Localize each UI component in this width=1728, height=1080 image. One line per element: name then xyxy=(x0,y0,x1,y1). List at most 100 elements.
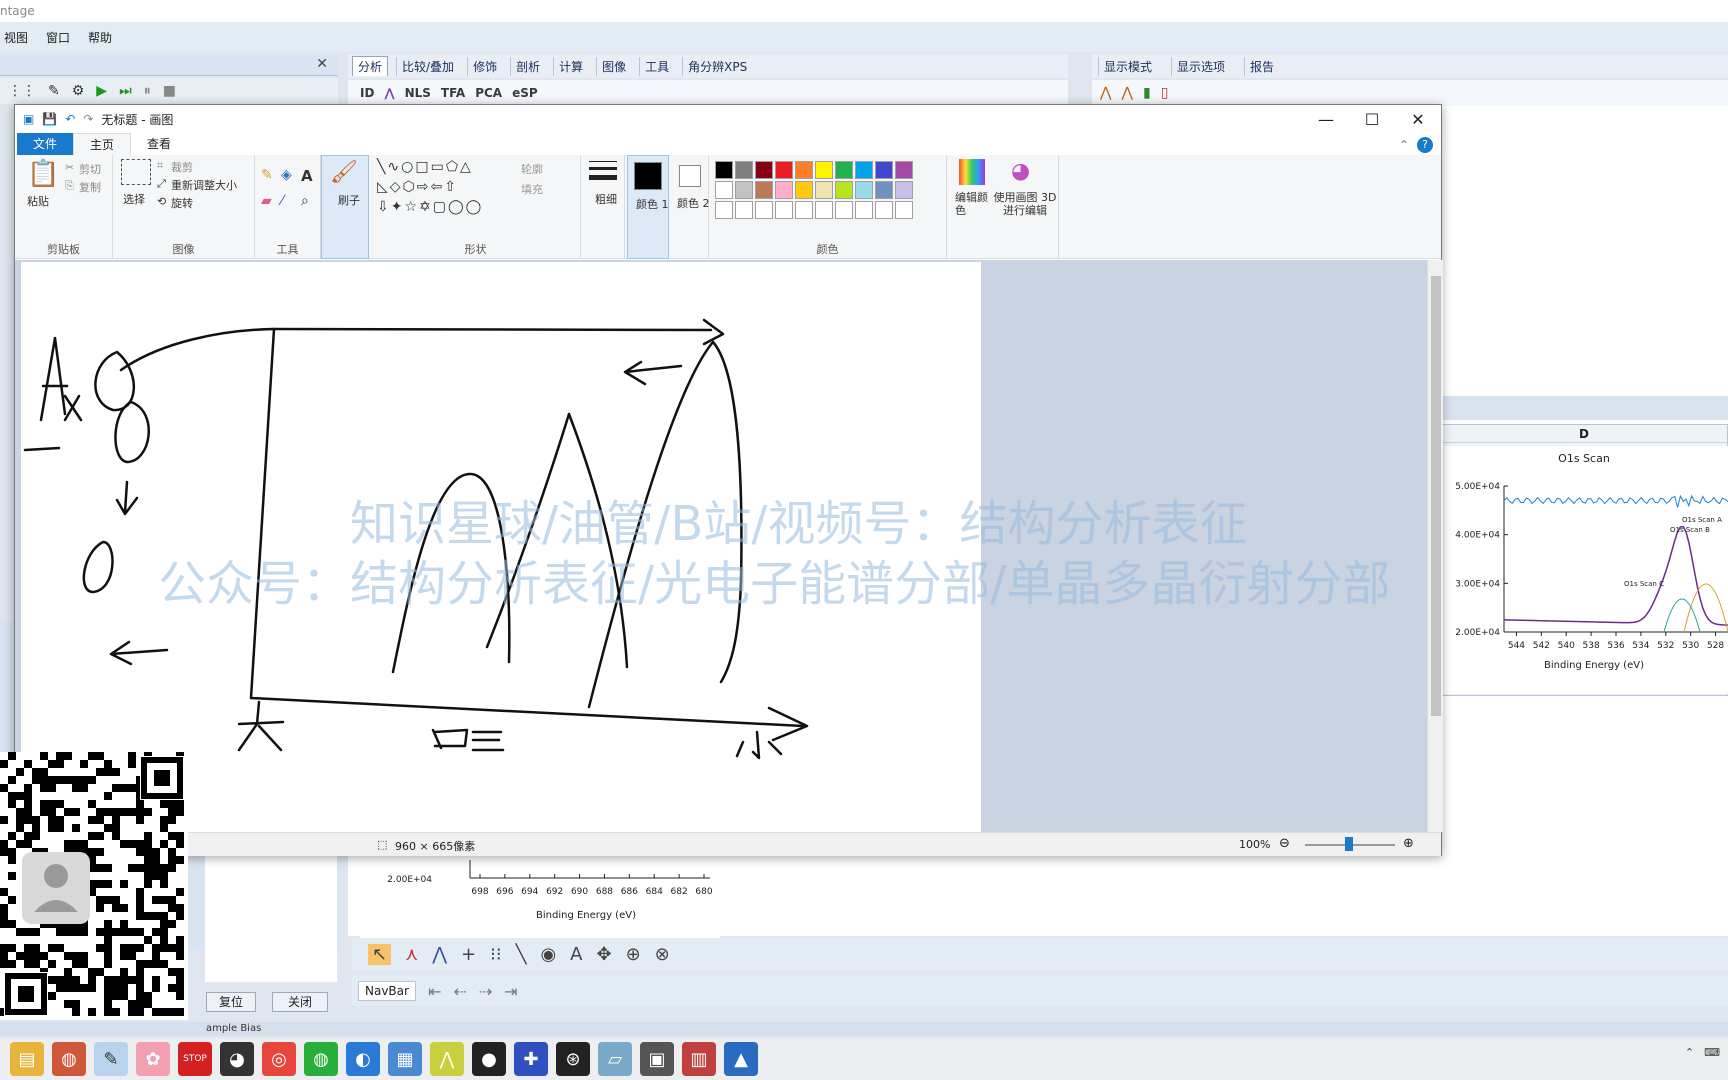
palette-swatch[interactable] xyxy=(835,181,853,199)
paste-button[interactable]: 粘贴 xyxy=(27,193,49,209)
outline-button[interactable]: 轮廓 xyxy=(521,161,543,177)
palette-swatch[interactable] xyxy=(815,161,833,179)
palette-swatch-empty[interactable] xyxy=(875,201,893,219)
palette-swatch[interactable] xyxy=(855,161,873,179)
pause-icon[interactable]: ⏸ xyxy=(144,83,151,99)
cut-icon[interactable]: ✂ xyxy=(65,161,74,174)
tray-arrow-icon[interactable]: ⌃ xyxy=(1685,1046,1694,1059)
tool-icon[interactable]: ✚ xyxy=(514,1042,548,1076)
app3-icon[interactable]: ⊛ xyxy=(556,1042,590,1076)
nav-first-icon[interactable]: ⇤ xyxy=(428,982,441,1001)
region-tool-icon[interactable]: ⋀ xyxy=(432,944,447,965)
pencil-icon[interactable]: ✎ xyxy=(261,167,273,183)
o1s-chart[interactable]: O1s Scan 5.00E+04 4.00E+04 3.00E+04 2.00E+0… xyxy=(1444,446,1728,694)
paste-icon[interactable]: 📋 xyxy=(27,159,59,189)
tab-calc[interactable]: 计算 xyxy=(553,56,588,76)
bar-icon[interactable]: ▮ xyxy=(1143,85,1151,101)
qq-icon[interactable]: ◕ xyxy=(220,1042,254,1076)
copy-icon[interactable]: ⎘ xyxy=(65,179,74,193)
palette-swatch[interactable] xyxy=(895,181,913,199)
palette-swatch[interactable] xyxy=(715,181,733,199)
menu-view[interactable]: 视图 xyxy=(4,29,28,46)
edit-colors-button[interactable]: 编辑颜色 xyxy=(955,191,991,217)
wechat-icon[interactable]: ◍ xyxy=(304,1042,338,1076)
grid-select-icon[interactable]: ⁝⁝ xyxy=(490,944,501,965)
shapes-row3-icon[interactable]: ⇩✦☆✡▢◯◯ xyxy=(377,199,483,215)
palette-swatch[interactable] xyxy=(735,181,753,199)
resize-button[interactable]: 重新调整大小 xyxy=(171,177,237,193)
resize-icon[interactable]: ⤢ xyxy=(157,177,166,191)
palette-swatch[interactable] xyxy=(855,181,873,199)
redo-icon[interactable]: ↷ xyxy=(83,112,93,126)
app5-icon[interactable]: ▲ xyxy=(724,1042,758,1076)
network-icon[interactable]: ▦ xyxy=(388,1042,422,1076)
undo-icon[interactable]: ↶ xyxy=(65,112,75,126)
palette-swatch[interactable] xyxy=(775,161,793,179)
palette-swatch-empty[interactable] xyxy=(775,201,793,219)
magnifier-icon[interactable]: ⌕ xyxy=(301,193,309,209)
line-tool-icon[interactable]: ╲ xyxy=(516,944,527,965)
shapes-row1-icon[interactable]: ╲∿○□▭⬠△ xyxy=(377,159,473,175)
tool-tfa[interactable]: TFA xyxy=(441,86,465,100)
select-button[interactable]: 选择 xyxy=(123,191,145,207)
close-icon[interactable]: ✕ xyxy=(1395,105,1441,133)
palette-swatch[interactable] xyxy=(735,161,753,179)
zoom-slider-thumb[interactable] xyxy=(1345,837,1353,851)
save-icon[interactable]: 💾 xyxy=(42,112,57,126)
shapes-row2-icon[interactable]: ◺◇⬡⇨⇦⇧ xyxy=(377,179,458,195)
palette-swatch-empty[interactable] xyxy=(895,201,913,219)
tab-display-mode[interactable]: 显示模式 xyxy=(1098,56,1157,76)
palette-swatch-empty[interactable] xyxy=(735,201,753,219)
tab-home[interactable]: 主页 xyxy=(73,133,132,155)
tab-view[interactable]: 查看 xyxy=(131,133,187,155)
stop-icon[interactable]: ■ xyxy=(163,83,176,99)
tab-report[interactable]: 报告 xyxy=(1244,56,1279,76)
rotate-button[interactable]: 旋转 xyxy=(171,195,193,211)
palette-swatch-empty[interactable] xyxy=(795,201,813,219)
zoom-out-icon[interactable]: ⊗ xyxy=(655,944,670,965)
move-icon[interactable]: ✥ xyxy=(596,944,611,965)
tool-nls[interactable]: NLS xyxy=(405,86,431,100)
zoom-in-icon[interactable]: ⊕ xyxy=(626,944,641,965)
tab-display-options[interactable]: 显示选项 xyxy=(1171,56,1230,76)
scroll-thumb[interactable] xyxy=(1431,276,1441,716)
fill-button[interactable]: 填充 xyxy=(521,181,543,197)
size-button[interactable]: 粗细 xyxy=(581,155,625,259)
calendar-icon[interactable]: ▥ xyxy=(682,1042,716,1076)
palette-swatch[interactable] xyxy=(775,181,793,199)
spectrum-icon[interactable]: ⋀ xyxy=(1100,85,1111,101)
maximize-icon[interactable]: ☐ xyxy=(1349,105,1395,133)
palette-swatch-empty[interactable] xyxy=(715,201,733,219)
palette-swatch-empty[interactable] xyxy=(835,201,853,219)
crop-icon[interactable]: ⌗ xyxy=(157,159,163,173)
palette-swatch[interactable] xyxy=(755,181,773,199)
tool-pca[interactable]: PCA xyxy=(475,86,502,100)
menu-help[interactable]: 帮助 xyxy=(88,29,112,46)
overlay-icon[interactable]: ⋀ xyxy=(1121,85,1132,101)
nav-next-icon[interactable]: ⇢ xyxy=(479,982,492,1001)
eraser-icon[interactable]: ▰ xyxy=(261,193,272,209)
bottom-spectrum-chart[interactable]: 2.00E+04 698 696 694 692 690 688 686 684 682 680 … xyxy=(360,852,720,938)
tab-file[interactable]: 文件 xyxy=(17,133,74,155)
tool-id[interactable]: ID xyxy=(360,86,374,100)
nav-prev-icon[interactable]: ⇠ xyxy=(453,982,466,1001)
peak-icon[interactable]: ⋀ xyxy=(384,86,394,100)
collapse-ribbon-icon[interactable]: ⌃ xyxy=(1399,138,1409,152)
palette-swatch[interactable] xyxy=(795,181,813,199)
color-picker-icon[interactable]: ⁄ xyxy=(281,193,283,209)
tab-tools[interactable]: 工具 xyxy=(639,56,674,76)
edit-colors-icon[interactable] xyxy=(959,159,985,185)
tab-compare[interactable]: 比较/叠加 xyxy=(396,56,459,76)
reset-button[interactable]: 复位 xyxy=(206,992,256,1012)
paint3d-icon[interactable]: ◕ xyxy=(1011,159,1030,184)
cut-button[interactable]: 剪切 xyxy=(79,161,101,177)
text-tool-icon[interactable]: A xyxy=(570,944,582,965)
crop-button[interactable]: 裁剪 xyxy=(171,159,193,175)
close-button[interactable]: 关闭 xyxy=(272,992,328,1012)
palette-swatch-empty[interactable] xyxy=(755,201,773,219)
text-icon[interactable]: A xyxy=(301,167,313,185)
canvas-scrollbar[interactable] xyxy=(1427,260,1443,832)
browser-icon[interactable]: ◐ xyxy=(346,1042,380,1076)
palette-swatch[interactable] xyxy=(875,181,893,199)
color1-button[interactable]: 颜色 1 xyxy=(627,155,669,259)
